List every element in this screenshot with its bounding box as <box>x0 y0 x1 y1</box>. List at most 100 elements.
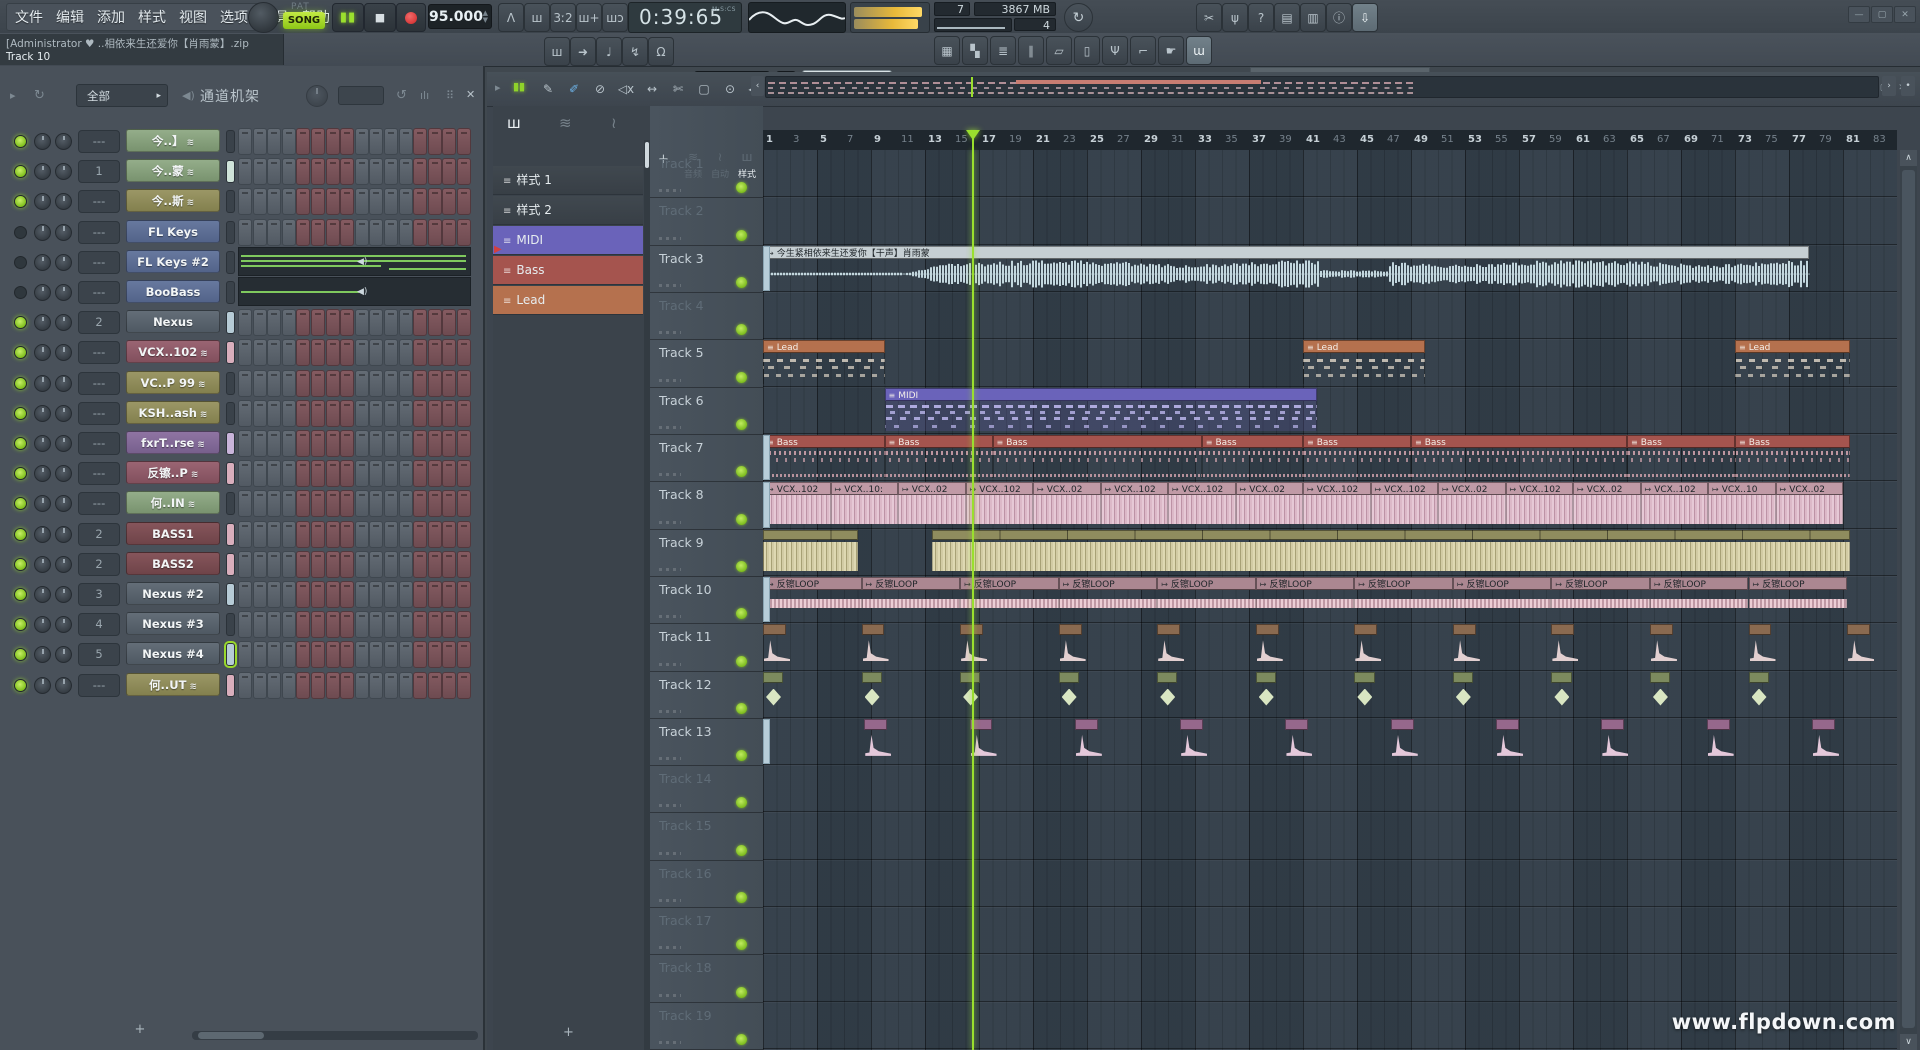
step-cell[interactable] <box>442 521 456 548</box>
channel-volume-knob[interactable] <box>55 344 72 361</box>
step-cell[interactable] <box>413 611 427 638</box>
step-cell[interactable] <box>399 188 413 215</box>
track-label-8[interactable]: Track 8 <box>659 487 704 502</box>
pat-song-switch[interactable]: PAT SONG <box>283 2 329 31</box>
step-cell[interactable] <box>413 309 427 336</box>
step-cell[interactable] <box>340 370 354 397</box>
step-cell[interactable] <box>253 158 267 185</box>
slip-tool-button[interactable]: ↔ <box>640 76 664 101</box>
track-label-9[interactable]: Track 9 <box>659 535 704 550</box>
step-cell[interactable] <box>340 400 354 427</box>
channel-target-selector[interactable]: 1 <box>78 160 120 183</box>
step-cell[interactable] <box>369 128 383 155</box>
step-cell[interactable] <box>457 339 471 366</box>
clip-stab[interactable] <box>1059 672 1079 716</box>
step-cell[interactable] <box>384 430 398 457</box>
track-label-4[interactable]: Track 4 <box>659 298 704 313</box>
clip-vcx[interactable]: ↦VCX..02 <box>1236 482 1304 526</box>
step-cell[interactable] <box>457 611 471 638</box>
step-cell[interactable] <box>369 521 383 548</box>
step-cell[interactable] <box>311 158 325 185</box>
minimize-button[interactable]: — <box>1848 6 1870 23</box>
step-cell[interactable] <box>428 188 442 215</box>
clip-cymbal-loop[interactable]: ↦反镲LOOP <box>1354 577 1453 621</box>
clip-snare-hit[interactable] <box>1601 719 1624 763</box>
channel-volume-knob[interactable] <box>55 193 72 210</box>
rack-scrollbar[interactable] <box>192 1031 478 1040</box>
clip-cymbal-loop[interactable]: ↦反镲LOOP <box>1749 577 1848 621</box>
step-cell[interactable] <box>442 219 456 246</box>
channel-pan-knob[interactable] <box>34 586 51 603</box>
clip-snare-hit[interactable] <box>1180 719 1203 763</box>
channel-mute-pill[interactable] <box>226 221 235 244</box>
step-cell[interactable] <box>355 672 369 699</box>
step-cell[interactable] <box>428 430 442 457</box>
step-cell[interactable] <box>296 128 310 155</box>
step-cell[interactable] <box>311 672 325 699</box>
clip-vcx[interactable]: ↦VCX..102 <box>1303 482 1371 526</box>
typing-keyboard-button[interactable]: ☛ <box>1158 36 1184 65</box>
channel-led[interactable] <box>14 558 27 571</box>
step-cell[interactable] <box>267 641 281 668</box>
clip-stab[interactable] <box>1551 672 1571 716</box>
step-cell[interactable] <box>442 581 456 608</box>
clip-stab[interactable] <box>1650 672 1670 716</box>
step-cell[interactable] <box>296 430 310 457</box>
browser-window-button[interactable]: ▱ <box>1046 36 1072 65</box>
channel-pan-knob[interactable] <box>34 465 51 482</box>
channel-pan-knob[interactable] <box>34 163 51 180</box>
channel-name-button[interactable]: FL Keys #2 <box>126 250 220 273</box>
channel-target-selector[interactable]: 2 <box>78 311 120 334</box>
clip-vcx[interactable]: ↦VCX..102 <box>966 482 1034 526</box>
step-cell[interactable] <box>296 370 310 397</box>
step-cell[interactable] <box>442 672 456 699</box>
add-channel-button[interactable]: + <box>130 1022 150 1038</box>
step-cell[interactable] <box>399 611 413 638</box>
track-led[interactable] <box>736 372 747 383</box>
pattern-item-Lead[interactable]: ≡Lead <box>493 286 643 315</box>
channel-rack-window-button[interactable]: ≣ <box>990 36 1016 65</box>
channel-pan-knob[interactable] <box>34 646 51 663</box>
step-cell[interactable] <box>296 490 310 517</box>
channel-pan-knob[interactable] <box>34 435 51 452</box>
clip-lead[interactable]: ≡Lead <box>763 340 885 384</box>
step-cell[interactable] <box>340 521 354 548</box>
step-cell[interactable] <box>267 521 281 548</box>
step-cell[interactable] <box>428 460 442 487</box>
track-label-12[interactable]: Track 12 <box>659 677 712 692</box>
microphone-button[interactable]: ψ <box>1222 3 1248 32</box>
help-button[interactable]: ? <box>1248 3 1274 32</box>
step-cell[interactable] <box>340 551 354 578</box>
step-cell[interactable] <box>442 188 456 215</box>
metronome-button[interactable]: Λ <box>498 3 524 32</box>
step-cell[interactable] <box>296 339 310 366</box>
channel-pan-knob[interactable] <box>34 556 51 573</box>
step-cell[interactable] <box>282 521 296 548</box>
step-cell[interactable] <box>399 521 413 548</box>
step-cell[interactable] <box>413 581 427 608</box>
wait-input-button[interactable]: ш <box>524 3 550 32</box>
channel-volume-knob[interactable] <box>55 224 72 241</box>
channel-pan-knob[interactable] <box>34 405 51 422</box>
track-label-1[interactable]: Track 1 <box>659 156 704 171</box>
channel-mute-pill[interactable] <box>226 281 235 304</box>
step-cell[interactable] <box>413 490 427 517</box>
step-cell[interactable] <box>326 370 340 397</box>
step-cell[interactable] <box>238 188 252 215</box>
menu-item-2[interactable]: 添加 <box>97 7 125 27</box>
channel-mute-pill[interactable] <box>226 492 235 515</box>
step-cell[interactable] <box>355 490 369 517</box>
blend-recording-button[interactable]: ш+ <box>576 3 602 32</box>
step-cell[interactable] <box>238 672 252 699</box>
clip-crash-hit[interactable] <box>862 624 885 668</box>
channel-target-selector[interactable]: --- <box>78 341 120 364</box>
step-cell[interactable] <box>355 400 369 427</box>
step-cell[interactable] <box>457 521 471 548</box>
step-cell[interactable] <box>442 309 456 336</box>
step-cell[interactable] <box>238 339 252 366</box>
step-cell[interactable] <box>457 430 471 457</box>
track-led[interactable] <box>736 797 747 808</box>
channel-led[interactable] <box>14 226 27 239</box>
track-label-3[interactable]: Track 3 <box>659 251 704 266</box>
channel-name-button[interactable]: Nexus #4 <box>126 642 220 665</box>
